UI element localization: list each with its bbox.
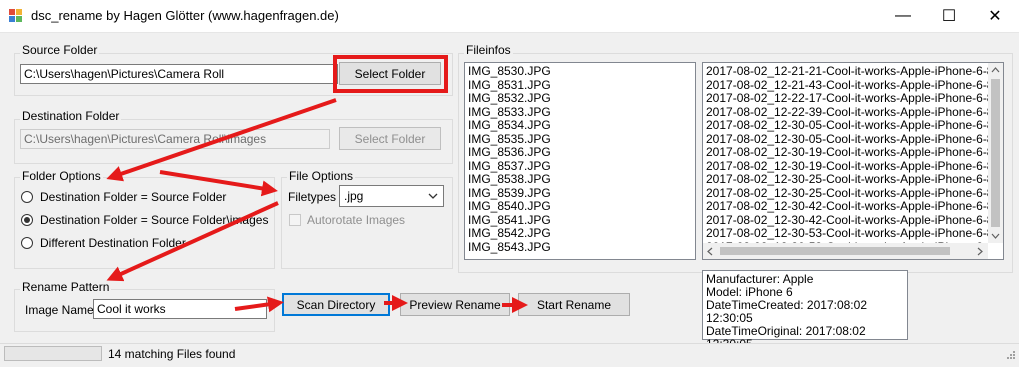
filetypes-label: Filetypes <box>288 190 337 204</box>
status-message: 14 matching Files found <box>108 347 236 361</box>
destination-folder-label: Destination Folder <box>20 109 122 123</box>
window-title: dsc_rename by Hagen Glötter (www.hagenfr… <box>31 8 339 23</box>
horizontal-scrollbar[interactable] <box>703 243 988 259</box>
image-name-label: Image Name <box>25 303 94 317</box>
minimize-icon: — <box>895 7 911 24</box>
renamed-file-item[interactable]: 2017-08-02_12-30-05-Cool-it-works-Apple-… <box>703 132 988 147</box>
chevron-down-icon <box>428 193 438 199</box>
renamed-file-item[interactable]: 2017-08-02_12-21-43-Cool-it-works-Apple-… <box>703 78 988 93</box>
source-folder-input[interactable]: C:\Users\hagen\Pictures\Camera Roll <box>20 64 338 84</box>
scroll-right-icon[interactable] <box>977 247 983 256</box>
image-name-input[interactable]: Cool it works <box>93 299 267 319</box>
scroll-up-icon[interactable] <box>991 67 1000 73</box>
source-file-item[interactable]: IMG_8541.JPG <box>465 213 695 228</box>
source-file-item[interactable]: IMG_8540.JPG <box>465 199 695 214</box>
renamed-file-item[interactable]: 2017-08-02_12-22-39-Cool-it-works-Apple-… <box>703 105 988 120</box>
minimize-button[interactable]: — <box>880 0 926 32</box>
source-file-item[interactable]: IMG_8531.JPG <box>465 78 695 93</box>
progress-bar <box>4 346 102 361</box>
maximize-button[interactable]: ☐ <box>926 0 972 32</box>
select-destination-folder-button: Select Folder <box>339 127 441 150</box>
source-file-item[interactable]: IMG_8530.JPG <box>465 64 695 79</box>
renamed-file-item[interactable]: 2017-08-02_12-30-42-Cool-it-works-Apple-… <box>703 199 988 214</box>
scroll-left-icon[interactable] <box>707 247 713 256</box>
scan-directory-button[interactable]: Scan Directory <box>282 293 390 316</box>
renamed-file-item[interactable]: 2017-08-02_12-30-25-Cool-it-works-Apple-… <box>703 186 988 201</box>
close-icon: ✕ <box>988 8 1002 25</box>
scroll-down-icon[interactable] <box>991 233 1000 239</box>
source-file-item[interactable]: IMG_8534.JPG <box>465 118 695 133</box>
folder-options-label: Folder Options <box>20 169 103 183</box>
autorotate-label: Autorotate Images <box>307 213 406 227</box>
renamed-file-item[interactable]: 2017-08-02_12-21-21-Cool-it-works-Apple-… <box>703 65 988 79</box>
radio-different-folder-label: Different Destination Folder <box>40 236 186 250</box>
maximize-icon: ☐ <box>941 8 957 25</box>
radio-images-subfolder[interactable] <box>21 214 33 226</box>
source-files-list[interactable]: IMG_8530.JPG IMG_8531.JPG IMG_8532.JPG IMG_… <box>464 62 696 260</box>
source-file-item[interactable]: IMG_8533.JPG <box>465 105 695 120</box>
autorotate-checkbox <box>289 214 301 226</box>
horizontal-scrollbar-thumb[interactable] <box>720 247 950 255</box>
source-folder-label: Source Folder <box>20 43 100 57</box>
source-file-item[interactable]: IMG_8542.JPG <box>465 226 695 241</box>
fileinfos-label: Fileinfos <box>464 43 513 57</box>
renamed-file-item[interactable]: 2017-08-02_12-30-05-Cool-it-works-Apple-… <box>703 118 988 133</box>
source-file-item[interactable]: IMG_8532.JPG <box>465 91 695 106</box>
metadata-line: DateTimeCreated: 2017:08:02 12:30:05 <box>706 298 867 325</box>
file-options-label: File Options <box>287 169 356 183</box>
renamed-files-list[interactable]: 2017-08-02_12-21-21-Cool-it-works-Apple-… <box>702 62 1004 260</box>
radio-same-folder-label: Destination Folder = Source Folder <box>40 190 227 204</box>
filetypes-value: .jpg <box>344 189 364 203</box>
source-file-item[interactable]: IMG_8538.JPG <box>465 172 695 187</box>
scrollbar-thumb[interactable] <box>991 79 1000 227</box>
source-file-item[interactable]: IMG_8539.JPG <box>465 186 695 201</box>
renamed-file-item[interactable]: 2017-08-02_12-30-19-Cool-it-works-Apple-… <box>703 145 988 160</box>
close-button[interactable]: ✕ <box>972 0 1018 32</box>
renamed-file-item[interactable]: 2017-08-02_12-22-17-Cool-it-works-Apple-… <box>703 91 988 106</box>
radio-images-subfolder-label: Destination Folder = Source Folder\image… <box>40 213 269 227</box>
renamed-file-item[interactable]: 2017-08-02_12-30-42-Cool-it-works-Apple-… <box>703 213 988 228</box>
filetypes-select[interactable]: .jpg <box>339 185 444 207</box>
renamed-file-item[interactable]: 2017-08-02_12-30-19-Cool-it-works-Apple-… <box>703 159 988 174</box>
rename-pattern-label: Rename Pattern <box>20 280 112 294</box>
radio-same-folder[interactable] <box>21 191 33 203</box>
renamed-file-item[interactable]: 2017-08-02_12-30-53-Cool-it-works-Apple-… <box>703 226 988 241</box>
source-file-item[interactable]: IMG_8535.JPG <box>465 132 695 147</box>
source-file-item[interactable]: IMG_8543.JPG <box>465 240 695 255</box>
resize-grip-icon[interactable] <box>1004 350 1016 362</box>
highlight-box <box>333 55 448 93</box>
destination-folder-input: C:\Users\hagen\Pictures\Camera Roll\imag… <box>20 129 330 149</box>
metadata-panel: Manufacturer: Apple Model: iPhone 6 DateTi… <box>702 270 908 364</box>
app-icon <box>9 9 22 22</box>
start-rename-button[interactable]: Start Rename <box>518 293 630 316</box>
renamed-file-item[interactable]: 2017-08-02_12-30-25-Cool-it-works-Apple-… <box>703 172 988 187</box>
preview-rename-button[interactable]: Preview Rename <box>400 293 510 316</box>
radio-different-folder[interactable] <box>21 237 33 249</box>
vertical-scrollbar[interactable] <box>988 63 1003 243</box>
source-file-item[interactable]: IMG_8537.JPG <box>465 159 695 174</box>
source-file-item[interactable]: IMG_8536.JPG <box>465 145 695 160</box>
